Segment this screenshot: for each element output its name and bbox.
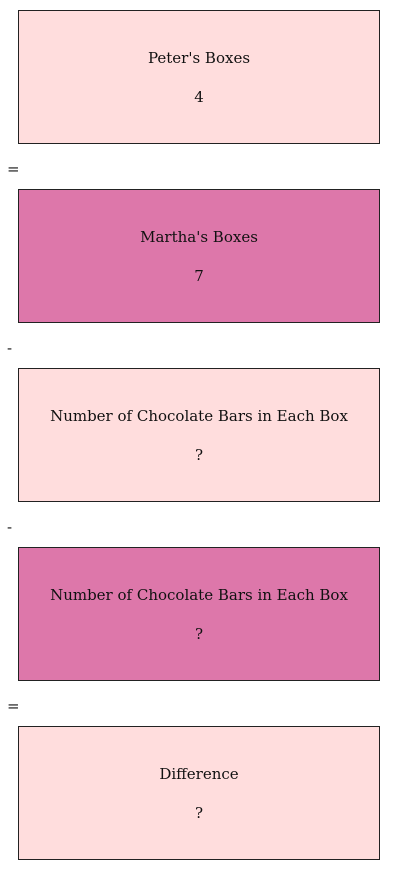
marthas-boxes-box: Martha's Boxes 7 <box>18 189 380 323</box>
chocolate-bars-box: Number of Chocolate Bars in Each Box ? <box>18 368 380 502</box>
box-label: Difference <box>159 764 239 783</box>
operator-minus: - <box>7 518 13 536</box>
box-value: ? <box>194 803 204 822</box>
box-value: 7 <box>194 266 204 285</box>
peters-boxes-box: Peter's Boxes 4 <box>18 10 380 144</box>
box-label: Number of Chocolate Bars in Each Box <box>50 585 348 604</box>
chocolate-bars-box: Number of Chocolate Bars in Each Box ? <box>18 547 380 681</box>
difference-box: Difference ? <box>18 726 380 860</box>
box-label: Number of Chocolate Bars in Each Box <box>50 406 348 425</box>
box-label: Martha's Boxes <box>140 227 258 246</box>
operator-minus: - <box>7 339 13 357</box>
box-value: 4 <box>194 87 204 106</box>
box-label: Peter's Boxes <box>147 48 251 67</box>
box-value: ? <box>194 624 204 643</box>
box-value: ? <box>194 445 204 464</box>
operator-equals: = <box>7 160 20 178</box>
operator-equals: = <box>7 697 20 715</box>
